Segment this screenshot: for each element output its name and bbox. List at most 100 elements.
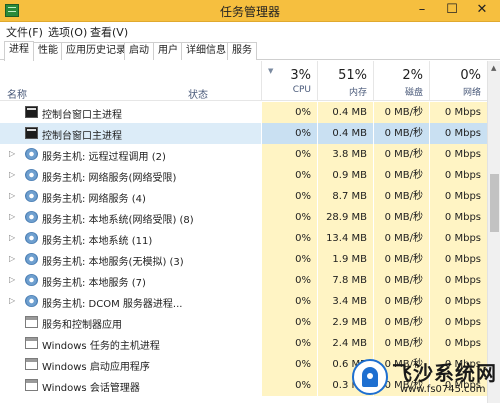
gear-icon [25, 253, 38, 265]
column-network[interactable]: 0% 网络 [429, 61, 487, 101]
column-cpu[interactable]: 3% CPU [261, 61, 317, 101]
process-network: 0 Mbps [429, 291, 487, 312]
process-row[interactable]: ▷ 服务主机: 远程过程调用 (2) 0% 3.8 MB 0 MB/秒 0 Mbp… [0, 144, 487, 165]
gear-icon [25, 190, 38, 202]
process-name: 服务主机: 网络服务(网络受限) [42, 173, 177, 184]
gear-icon [25, 232, 38, 244]
process-row-selected[interactable]: 控制台窗口主进程 0% 0.4 MB 0 MB/秒 0 Mbps [0, 123, 487, 144]
scroll-up-arrow-icon[interactable]: ▲ [491, 64, 496, 72]
column-memory[interactable]: 51% 内存 [317, 61, 373, 101]
close-button[interactable]: ✕ [468, 0, 496, 21]
process-row[interactable]: 服务和控制器应用 0% 2.9 MB 0 MB/秒 0 Mbps [0, 312, 487, 333]
menu-options[interactable]: 选项(O) [48, 24, 87, 40]
expand-arrow-icon[interactable]: ▷ [9, 192, 17, 200]
process-row[interactable]: ▷ 服务主机: 网络服务 (4) 0% 8.7 MB 0 MB/秒 0 Mbps [0, 186, 487, 207]
process-network: 0 Mbps [429, 165, 487, 186]
process-name: 服务主机: 本地系统 (11) [42, 236, 153, 247]
menu-file[interactable]: 文件(F) [6, 24, 43, 40]
minimize-button[interactable]: – [408, 0, 436, 21]
tab-details[interactable]: 详细信息 [181, 42, 231, 60]
process-disk: 0 MB/秒 [373, 249, 429, 270]
tab-app-history[interactable]: 应用历史记录 [61, 42, 131, 60]
process-cpu: 0% [261, 291, 317, 312]
expand-arrow-icon[interactable]: ▷ [9, 255, 17, 263]
process-memory: 0.9 MB [317, 165, 373, 186]
tab-users[interactable]: 用户 [153, 42, 183, 60]
process-memory: 2.9 MB [317, 312, 373, 333]
process-memory: 3.4 MB [317, 291, 373, 312]
process-network: 0 Mbps [429, 207, 487, 228]
process-disk: 0 MB/秒 [373, 270, 429, 291]
process-disk: 0 MB/秒 [373, 207, 429, 228]
process-memory: 7.8 MB [317, 270, 373, 291]
process-row[interactable]: ▷ 服务主机: DCOM 服务器进程... 0% 3.4 MB 0 MB/秒 0 … [0, 291, 487, 312]
memory-percent: 51% [338, 68, 367, 83]
gear-icon [25, 169, 38, 181]
app-window-icon [25, 316, 38, 328]
expand-arrow-icon[interactable]: ▷ [9, 276, 17, 284]
process-memory: 0.4 MB [317, 102, 373, 123]
column-disk[interactable]: 2% 磁盘 [373, 61, 429, 101]
process-network: 0 Mbps [429, 333, 487, 354]
gear-icon [25, 295, 38, 307]
process-row[interactable]: ▷ 服务主机: 本地系统 (11) 0% 13.4 MB 0 MB/秒 0 Mbp… [0, 228, 487, 249]
memory-label: 内存 [348, 88, 367, 98]
process-name: 服务主机: 本地系统(网络受限) (8) [42, 215, 194, 226]
process-cpu: 0% [261, 123, 317, 144]
column-status[interactable]: 状态 [188, 86, 208, 101]
scrollbar-thumb[interactable] [490, 174, 499, 232]
process-disk: 0 MB/秒 [373, 186, 429, 207]
process-name: Windows 任务的主机进程 [42, 341, 160, 352]
cpu-percent: 3% [290, 68, 311, 83]
process-row[interactable]: 控制台窗口主进程 0% 0.4 MB 0 MB/秒 0 Mbps [0, 102, 487, 123]
process-cpu: 0% [261, 228, 317, 249]
expand-arrow-icon[interactable]: ▷ [9, 150, 17, 158]
process-network: 0 Mbps [429, 249, 487, 270]
process-memory: 28.9 MB [317, 207, 373, 228]
gear-icon [25, 274, 38, 286]
process-cpu: 0% [261, 270, 317, 291]
tab-services[interactable]: 服务 [227, 42, 257, 60]
app-window-icon [25, 379, 38, 391]
process-memory: 13.4 MB [317, 228, 373, 249]
process-row[interactable]: ▷ 服务主机: 本地服务 (7) 0% 7.8 MB 0 MB/秒 0 Mbps [0, 270, 487, 291]
process-row[interactable]: ▷ 服务主机: 网络服务(网络受限) 0% 0.9 MB 0 MB/秒 0 Mbp… [0, 165, 487, 186]
expand-arrow-icon[interactable]: ▷ [9, 297, 17, 305]
process-memory: 8.7 MB [317, 186, 373, 207]
gear-icon [25, 148, 38, 160]
tab-startup[interactable]: 启动 [124, 42, 154, 60]
process-network: 0 Mbps [429, 123, 487, 144]
process-memory: 0.4 MB [317, 123, 373, 144]
maximize-button[interactable]: ☐ [438, 0, 466, 21]
process-network: 0 Mbps [429, 312, 487, 333]
process-cpu: 0% [261, 312, 317, 333]
column-name[interactable]: 名称 [7, 86, 27, 101]
process-row[interactable]: ▷ 服务主机: 本地系统(网络受限) (8) 0% 28.9 MB 0 MB/秒 … [0, 207, 487, 228]
process-name: 服务主机: DCOM 服务器进程... [42, 299, 183, 310]
process-name: 控制台窗口主进程 [42, 131, 122, 142]
process-row[interactable]: Windows 任务的主机进程 0% 2.4 MB 0 MB/秒 0 Mbps [0, 333, 487, 354]
process-network: 0 Mbps [429, 186, 487, 207]
process-name: 服务和控制器应用 [42, 320, 122, 331]
menu-view[interactable]: 查看(V) [90, 24, 128, 40]
expand-arrow-icon[interactable]: ▷ [9, 171, 17, 179]
tab-processes[interactable]: 进程 [4, 41, 34, 61]
process-cpu: 0% [261, 375, 317, 396]
expand-arrow-icon[interactable]: ▷ [9, 234, 17, 242]
process-cpu: 0% [261, 207, 317, 228]
network-percent: 0% [460, 68, 481, 83]
process-row[interactable]: ▷ 服务主机: 本地服务(无模拟) (3) 0% 1.9 MB 0 MB/秒 0 … [0, 249, 487, 270]
process-disk: 0 MB/秒 [373, 144, 429, 165]
tab-performance[interactable]: 性能 [33, 42, 63, 60]
process-network: 0 Mbps [429, 228, 487, 249]
process-cpu: 0% [261, 186, 317, 207]
process-network: 0 Mbps [429, 144, 487, 165]
process-name: 服务主机: 远程过程调用 (2) [42, 152, 166, 163]
process-network: 0 Mbps [429, 102, 487, 123]
watermark-url: www.fs0745.com [400, 384, 486, 395]
gear-icon [25, 211, 38, 223]
expand-arrow-icon[interactable]: ▷ [9, 213, 17, 221]
vertical-scrollbar[interactable]: ▲ [487, 61, 500, 403]
process-name: 服务主机: 本地服务(无模拟) (3) [42, 257, 184, 268]
process-cpu: 0% [261, 354, 317, 375]
